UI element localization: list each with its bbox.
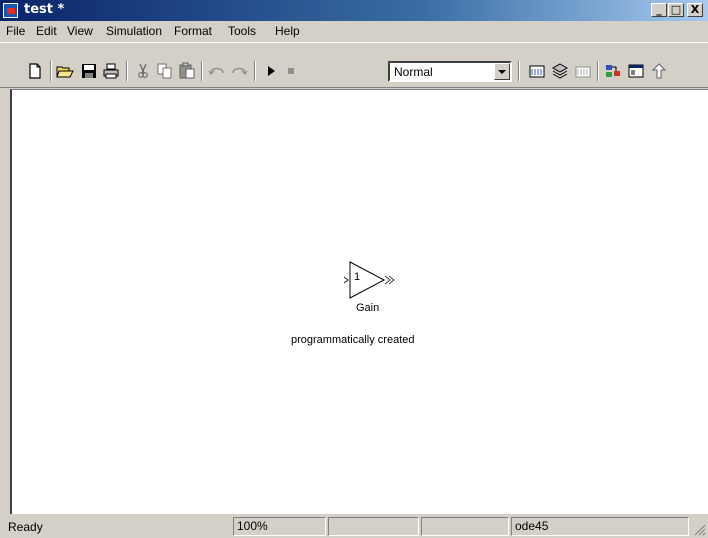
status-solver: ode45 — [511, 517, 689, 536]
undo-icon[interactable] — [208, 62, 226, 80]
menu-bar: File Edit View Simulation Format Tools H… — [0, 21, 708, 41]
cut-icon[interactable] — [134, 62, 152, 80]
save-icon[interactable] — [80, 62, 98, 80]
menu-format[interactable]: Format — [174, 24, 212, 38]
status-zoom: 100% — [233, 517, 326, 536]
build-icon[interactable] — [528, 62, 546, 80]
menu-file[interactable]: File — [6, 24, 25, 38]
gain-block-value: 1 — [354, 271, 361, 283]
title-bar: test * _ □ X — [0, 0, 708, 21]
gain-block-name[interactable]: Gain — [356, 302, 379, 314]
menu-simulation[interactable]: Simulation — [106, 24, 162, 38]
model-explorer-icon[interactable] — [627, 62, 645, 80]
resize-grip-icon[interactable] — [692, 522, 706, 536]
diagram-annotation[interactable]: programmatically created — [291, 334, 415, 346]
redo-icon[interactable] — [230, 62, 248, 80]
window-title: test * — [24, 2, 65, 17]
print-icon[interactable] — [102, 62, 120, 80]
toolbar-separator — [518, 61, 520, 81]
status-cell-3 — [328, 517, 419, 536]
toolbar-separator — [50, 61, 52, 81]
minimize-button[interactable]: _ — [651, 3, 667, 17]
library-browser-icon[interactable] — [604, 62, 622, 80]
simulation-mode-select[interactable]: Normal — [388, 61, 512, 82]
status-bar: Ready 100% ode45 — [0, 514, 708, 538]
menu-tools[interactable]: Tools — [228, 24, 256, 38]
toolbar-separator — [126, 61, 128, 81]
model-canvas[interactable]: 1 Gain programmatically created — [10, 89, 708, 514]
open-icon[interactable] — [56, 62, 74, 80]
menu-view[interactable]: View — [67, 24, 93, 38]
menu-help[interactable]: Help — [275, 24, 300, 38]
maximize-button[interactable]: □ — [668, 3, 684, 17]
stop-icon[interactable] — [282, 62, 300, 80]
status-cell-4 — [421, 517, 509, 536]
app-icon[interactable] — [3, 3, 18, 18]
build-subsystem-icon[interactable] — [574, 62, 592, 80]
toolbar-separator — [254, 61, 256, 81]
toolbar-separator — [201, 61, 203, 81]
update-diagram-icon[interactable] — [551, 62, 569, 80]
chevron-down-icon[interactable] — [494, 63, 510, 80]
status-state: Ready — [8, 520, 43, 534]
new-icon[interactable] — [26, 62, 44, 80]
copy-icon[interactable] — [156, 62, 174, 80]
paste-icon[interactable] — [178, 62, 196, 80]
toolbar-separator — [597, 61, 599, 81]
simulation-mode-value: Normal — [394, 65, 433, 79]
gain-block[interactable] — [340, 255, 400, 305]
toolbar: Normal — [0, 42, 708, 88]
go-to-parent-icon[interactable] — [650, 62, 668, 80]
close-button[interactable]: X — [687, 3, 703, 17]
menu-edit[interactable]: Edit — [36, 24, 57, 38]
start-icon[interactable] — [262, 62, 280, 80]
